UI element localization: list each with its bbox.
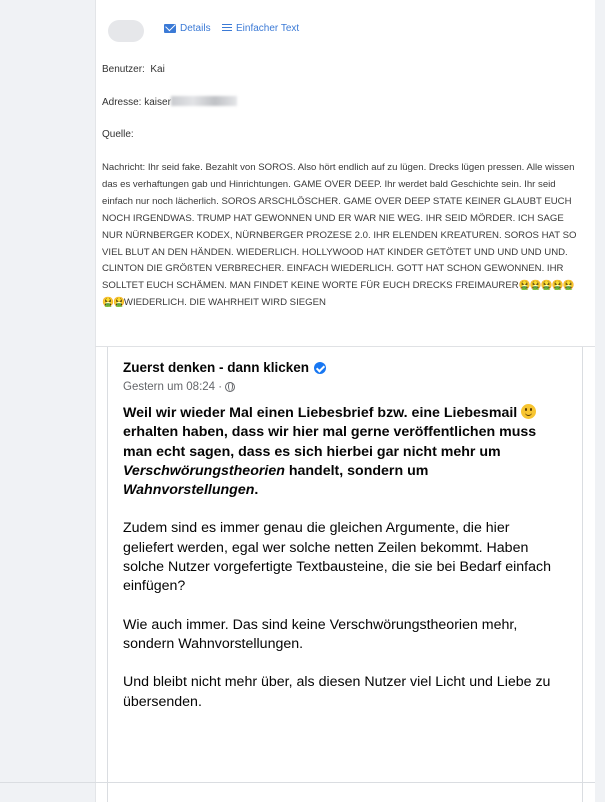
verified-badge-icon [314,361,327,374]
address-field: Adresse: kaiser [102,96,237,108]
post-paragraph-2: Zudem sind es immer genau die gleichen A… [123,520,551,595]
lead-italic-2: Wahnvorstellungen [123,482,255,499]
lead-italic-1: Verschwörungstheorien [123,462,285,479]
post-body: Weil wir wieder Mal einen Liebesbrief bz… [123,404,563,712]
post-author-name[interactable]: Zuerst denken - dann klicken [123,360,309,375]
redacted-blur [170,96,237,106]
lead-text-2: erhalten haben, dass wir hier mal gerne … [123,424,537,460]
text-lines-icon [222,24,232,33]
post-paragraph-3: Wie auch immer. Das sind keine Verschwör… [123,616,518,652]
plain-text-label: Einfacher Text [236,23,300,34]
post-timestamp[interactable]: Gestern um 08:24 · [123,381,222,393]
right-rail [595,0,605,802]
lead-end: . [254,482,259,499]
message-body: Nachricht: Ihr seid fake. Bezahlt von SO… [102,160,584,312]
post-meta: Gestern um 08:24 · [123,381,236,393]
message-text: Ihr seid fake. Bezahlt von SOROS. Also h… [102,162,577,292]
details-label: Details [180,23,211,34]
address-value: kaiser [144,97,171,108]
lead-text-1: Weil wir wieder Mal einen Liebesbrief bz… [123,405,518,421]
source-label: Quelle: [102,129,134,140]
bottom-border [0,782,605,783]
email-header: Details Einfacher Text [104,18,574,46]
mail-icon [164,24,176,33]
message-label: Nachricht: [102,162,146,173]
address-label: Adresse: [102,97,142,108]
post-author[interactable]: Zuerst denken - dann klicken [123,360,327,375]
lead-text-3: handelt, sondern um [288,462,429,479]
user-value: Kai [150,64,165,75]
facebook-post: Zuerst denken - dann klicken Gestern um … [107,347,583,802]
source-field: Quelle: [102,129,134,140]
details-link[interactable]: Details [164,23,211,34]
user-field: Benutzer: Kai [102,64,165,75]
sender-avatar [108,20,144,42]
message-tail: WIEDERLICH. DIE WAHRHEIT WIRD SIEGEN [123,297,326,309]
smile-emoji-icon [521,404,537,419]
plain-text-link[interactable]: Einfacher Text [222,23,299,34]
globe-icon [225,382,236,392]
post-paragraph-4: Und bleibt nicht mehr über, als diesen N… [123,674,551,710]
user-label: Benutzer: [102,64,145,75]
post-lead-paragraph: Weil wir wieder Mal einen Liebesbrief bz… [123,404,563,500]
